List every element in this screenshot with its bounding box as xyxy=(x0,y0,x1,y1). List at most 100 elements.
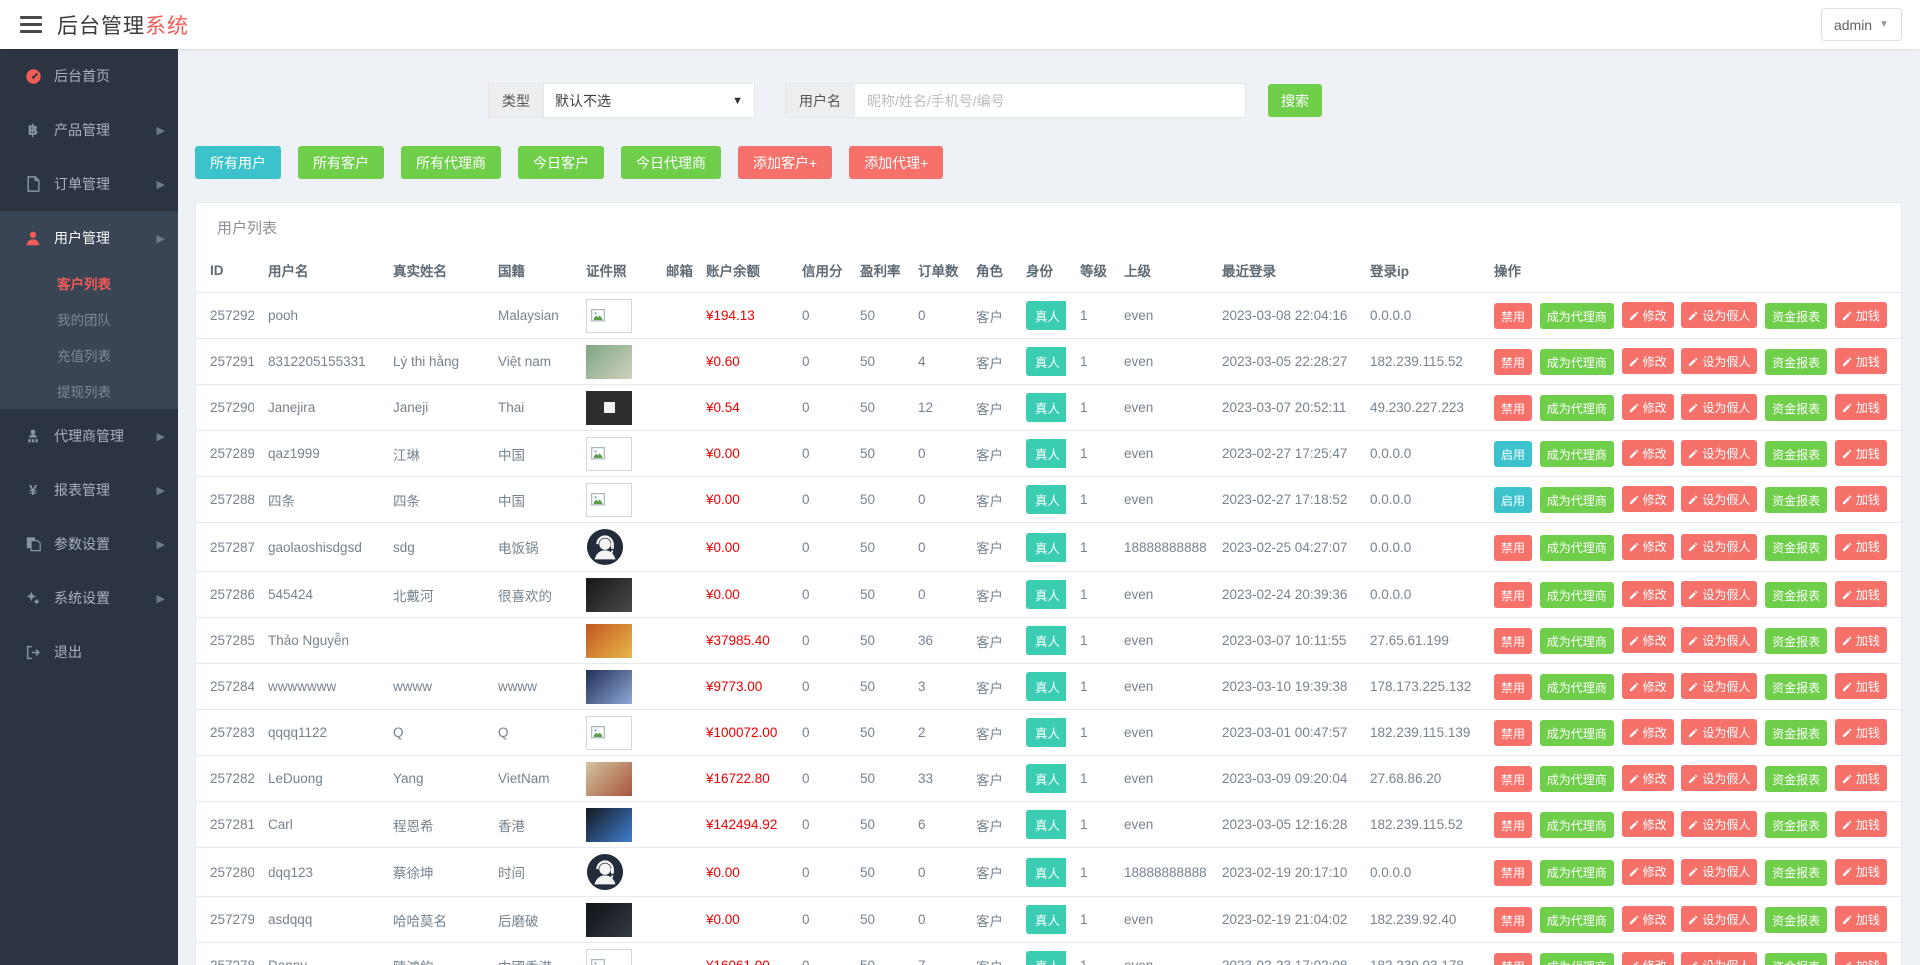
fund-report-button[interactable]: 资金报表 xyxy=(1765,766,1827,792)
fund-report-button[interactable]: 资金报表 xyxy=(1765,303,1827,329)
edit-button[interactable]: 修改 xyxy=(1622,302,1674,328)
toggle-button[interactable]: 禁用 xyxy=(1494,303,1532,329)
search-button[interactable]: 搜索 xyxy=(1268,84,1322,117)
set-fake-button[interactable]: 设为假人 xyxy=(1681,302,1757,328)
add-money-button[interactable]: 加钱 xyxy=(1835,811,1887,837)
set-fake-button[interactable]: 设为假人 xyxy=(1681,534,1757,560)
sidebar-item-users[interactable]: 用户管理 ▶ xyxy=(0,211,178,265)
sidebar-subitem-recharge-list[interactable]: 充值列表 xyxy=(0,337,178,373)
become-agent-button[interactable]: 成为代理商 xyxy=(1540,720,1614,746)
edit-button[interactable]: 修改 xyxy=(1622,440,1674,466)
id-photo-thumbnail[interactable] xyxy=(586,762,632,796)
edit-button[interactable]: 修改 xyxy=(1622,906,1674,932)
fund-report-button[interactable]: 资金报表 xyxy=(1765,674,1827,700)
edit-button[interactable]: 修改 xyxy=(1622,765,1674,791)
add-money-button[interactable]: 加钱 xyxy=(1835,673,1887,699)
become-agent-button[interactable]: 成为代理商 xyxy=(1540,349,1614,375)
service-avatar-icon[interactable] xyxy=(586,528,624,566)
become-agent-button[interactable]: 成为代理商 xyxy=(1540,535,1614,561)
set-fake-button[interactable]: 设为假人 xyxy=(1681,859,1757,885)
fund-report-button[interactable]: 资金报表 xyxy=(1765,953,1827,965)
add-money-button[interactable]: 加钱 xyxy=(1835,859,1887,885)
service-avatar-icon[interactable] xyxy=(586,853,624,891)
toggle-button[interactable]: 禁用 xyxy=(1494,766,1532,792)
add-money-button[interactable]: 加钱 xyxy=(1835,765,1887,791)
add-money-button[interactable]: 加钱 xyxy=(1835,581,1887,607)
set-fake-button[interactable]: 设为假人 xyxy=(1681,811,1757,837)
set-fake-button[interactable]: 设为假人 xyxy=(1681,440,1757,466)
fund-report-button[interactable]: 资金报表 xyxy=(1765,487,1827,513)
toggle-button[interactable]: 启用 xyxy=(1494,441,1532,467)
set-fake-button[interactable]: 设为假人 xyxy=(1681,627,1757,653)
edit-button[interactable]: 修改 xyxy=(1622,859,1674,885)
qr-photo-thumbnail[interactable] xyxy=(586,391,632,425)
fund-report-button[interactable]: 资金报表 xyxy=(1765,441,1827,467)
become-agent-button[interactable]: 成为代理商 xyxy=(1540,303,1614,329)
admin-user-menu[interactable]: admin ▼ xyxy=(1821,8,1902,41)
all-users-button[interactable]: 所有用户 xyxy=(195,146,281,179)
today-customers-button[interactable]: 今日客户 xyxy=(518,146,604,179)
sidebar-item-products[interactable]: ฿ 产品管理 ▶ xyxy=(0,103,178,157)
sidebar-subitem-withdraw-list[interactable]: 提现列表 xyxy=(0,373,178,409)
sidebar-subitem-customer-list[interactable]: 客户列表 xyxy=(0,265,178,301)
id-photo-thumbnail[interactable] xyxy=(586,624,632,658)
become-agent-button[interactable]: 成为代理商 xyxy=(1540,860,1614,886)
fund-report-button[interactable]: 资金报表 xyxy=(1765,860,1827,886)
toggle-button[interactable]: 禁用 xyxy=(1494,860,1532,886)
sidebar-item-system-settings[interactable]: 系统设置 ▶ xyxy=(0,571,178,625)
username-search-input[interactable] xyxy=(854,83,1246,118)
add-money-button[interactable]: 加钱 xyxy=(1835,952,1887,965)
edit-button[interactable]: 修改 xyxy=(1622,394,1674,420)
toggle-button[interactable]: 禁用 xyxy=(1494,349,1532,375)
set-fake-button[interactable]: 设为假人 xyxy=(1681,952,1757,965)
type-select[interactable]: 默认不选 ▼ xyxy=(543,83,755,118)
sidebar-item-orders[interactable]: 订单管理 ▶ xyxy=(0,157,178,211)
all-agents-button[interactable]: 所有代理商 xyxy=(401,146,501,179)
toggle-button[interactable]: 启用 xyxy=(1494,487,1532,513)
fund-report-button[interactable]: 资金报表 xyxy=(1765,395,1827,421)
sidebar-subitem-my-team[interactable]: 我的团队 xyxy=(0,301,178,337)
become-agent-button[interactable]: 成为代理商 xyxy=(1540,674,1614,700)
add-customer-button[interactable]: 添加客户+ xyxy=(738,146,832,179)
become-agent-button[interactable]: 成为代理商 xyxy=(1540,582,1614,608)
toggle-button[interactable]: 禁用 xyxy=(1494,907,1532,933)
add-money-button[interactable]: 加钱 xyxy=(1835,440,1887,466)
fund-report-button[interactable]: 资金报表 xyxy=(1765,628,1827,654)
set-fake-button[interactable]: 设为假人 xyxy=(1681,673,1757,699)
sidebar-item-parameters[interactable]: 参数设置 ▶ xyxy=(0,517,178,571)
edit-button[interactable]: 修改 xyxy=(1622,348,1674,374)
edit-button[interactable]: 修改 xyxy=(1622,627,1674,653)
sidebar-item-reports[interactable]: ¥ 报表管理 ▶ xyxy=(0,463,178,517)
become-agent-button[interactable]: 成为代理商 xyxy=(1540,441,1614,467)
become-agent-button[interactable]: 成为代理商 xyxy=(1540,953,1614,965)
sidebar-item-agents[interactable]: 代理商管理 ▶ xyxy=(0,409,178,463)
set-fake-button[interactable]: 设为假人 xyxy=(1681,581,1757,607)
id-photo-thumbnail[interactable] xyxy=(586,578,632,612)
become-agent-button[interactable]: 成为代理商 xyxy=(1540,395,1614,421)
toggle-button[interactable]: 禁用 xyxy=(1494,535,1532,561)
become-agent-button[interactable]: 成为代理商 xyxy=(1540,628,1614,654)
fund-report-button[interactable]: 资金报表 xyxy=(1765,535,1827,561)
edit-button[interactable]: 修改 xyxy=(1622,811,1674,837)
edit-button[interactable]: 修改 xyxy=(1622,952,1674,965)
add-money-button[interactable]: 加钱 xyxy=(1835,394,1887,420)
toggle-button[interactable]: 禁用 xyxy=(1494,720,1532,746)
today-agents-button[interactable]: 今日代理商 xyxy=(621,146,721,179)
toggle-button[interactable]: 禁用 xyxy=(1494,953,1532,965)
set-fake-button[interactable]: 设为假人 xyxy=(1681,906,1757,932)
become-agent-button[interactable]: 成为代理商 xyxy=(1540,907,1614,933)
edit-button[interactable]: 修改 xyxy=(1622,673,1674,699)
add-money-button[interactable]: 加钱 xyxy=(1835,906,1887,932)
become-agent-button[interactable]: 成为代理商 xyxy=(1540,812,1614,838)
add-money-button[interactable]: 加钱 xyxy=(1835,302,1887,328)
fund-report-button[interactable]: 资金报表 xyxy=(1765,582,1827,608)
id-photo-thumbnail[interactable] xyxy=(586,808,632,842)
id-photo-thumbnail[interactable] xyxy=(586,345,632,379)
add-money-button[interactable]: 加钱 xyxy=(1835,534,1887,560)
fund-report-button[interactable]: 资金报表 xyxy=(1765,720,1827,746)
fund-report-button[interactable]: 资金报表 xyxy=(1765,812,1827,838)
set-fake-button[interactable]: 设为假人 xyxy=(1681,348,1757,374)
set-fake-button[interactable]: 设为假人 xyxy=(1681,486,1757,512)
toggle-button[interactable]: 禁用 xyxy=(1494,674,1532,700)
become-agent-button[interactable]: 成为代理商 xyxy=(1540,766,1614,792)
